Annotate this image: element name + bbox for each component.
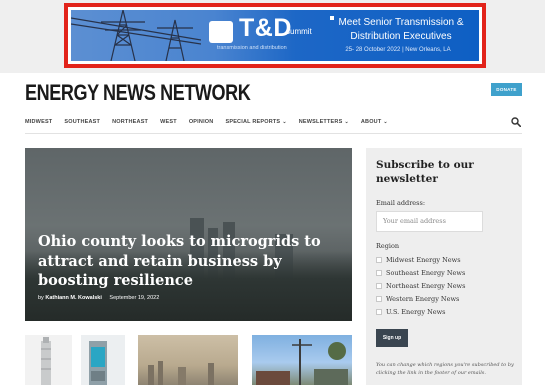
search-icon[interactable]: [511, 117, 521, 127]
subscribe-panel: Subscribe to our newsletter Email addres…: [366, 148, 522, 385]
ad-dates: 25- 28 October 2022 | New Orleans, LA: [345, 47, 451, 53]
region-option-label: U.S. Energy News: [386, 307, 446, 316]
signup-button[interactable]: Sign up: [376, 329, 408, 347]
chevron-down-icon: ⌄: [282, 119, 287, 125]
transmission-tower-graphic: [71, 10, 201, 61]
nav-item-midwest[interactable]: MIDWEST: [25, 119, 52, 125]
checkbox[interactable]: [376, 282, 382, 289]
checkbox[interactable]: [376, 295, 382, 302]
region-option-label: Western Energy News: [386, 294, 460, 303]
author-link[interactable]: Kathiann M. Kowalski: [45, 295, 102, 301]
nav-divider: [25, 133, 522, 134]
main-nav: MIDWEST SOUTHEAST NORTHEAST WEST OPINION…: [25, 116, 400, 128]
nav-item-west[interactable]: WEST: [160, 119, 177, 125]
street-scene-graphic: [256, 339, 348, 385]
region-option[interactable]: Western Energy News: [376, 293, 459, 304]
article-thumbnail[interactable]: [138, 335, 238, 385]
nav-item-opinion[interactable]: OPINION: [189, 119, 214, 125]
region-option[interactable]: Southeast Energy News: [376, 267, 465, 278]
region-label: Region: [376, 242, 400, 250]
publish-date: September 19, 2022: [109, 295, 160, 301]
region-option-label: Midwest Energy News: [386, 255, 461, 264]
hero-byline: by Kathiann M. Kowalski September 19, 20…: [38, 295, 159, 301]
nav-item-label: NEWSLETTERS: [298, 119, 343, 125]
email-label: Email address:: [376, 199, 426, 207]
region-option-label: Northeast Energy News: [386, 281, 466, 290]
region-option[interactable]: U.S. Energy News: [376, 306, 446, 317]
subscribe-title: Subscribe to our newsletter: [376, 159, 474, 185]
donate-button[interactable]: DONATE: [491, 83, 522, 96]
hero-article[interactable]: Ohio county looks to microgrids to attra…: [25, 148, 352, 321]
cooling-tower-graphic: [41, 337, 51, 385]
email-field[interactable]: Your email address: [376, 211, 483, 232]
byline-prefix: by: [38, 295, 44, 301]
checkbox[interactable]: [376, 269, 382, 276]
battery-unit-graphic: [89, 341, 107, 385]
hero-title[interactable]: Ohio county looks to microgrids to attra…: [38, 232, 338, 291]
ad-band: T&D summit transmission and distribution…: [0, 0, 545, 73]
chevron-down-icon: ⌄: [344, 119, 349, 125]
city-haze-graphic: [148, 361, 214, 385]
ad-headline: Meet Senior Transmission & Distribution …: [338, 17, 464, 42]
subscribe-note: You can change which regions you're subs…: [376, 362, 514, 376]
ad-banner-image[interactable]: T&D summit transmission and distribution…: [71, 10, 479, 61]
ad-tagline: transmission and distribution: [217, 45, 287, 51]
ad-logo-sub: summit: [286, 27, 312, 36]
nav-item-southeast[interactable]: SOUTHEAST: [64, 119, 100, 125]
region-option-label: Southeast Energy News: [386, 268, 466, 277]
nav-item-newsletters[interactable]: NEWSLETTERS ⌄: [299, 119, 349, 125]
article-thumbnail[interactable]: [81, 335, 125, 385]
ad-logo-text: T&D: [239, 14, 292, 42]
region-option[interactable]: Northeast Energy News: [376, 280, 465, 291]
checkbox[interactable]: [376, 308, 382, 315]
nav-item-northeast[interactable]: NORTHEAST: [112, 119, 148, 125]
td-logo-icon: [209, 21, 233, 43]
nav-item-about[interactable]: ABOUT ⌄: [361, 119, 388, 125]
article-thumbnail[interactable]: [25, 335, 72, 385]
article-thumbnail[interactable]: [252, 335, 352, 385]
region-option[interactable]: Midwest Energy News: [376, 254, 461, 265]
site-logo[interactable]: ENERGY NEWS NETWORK: [25, 80, 251, 106]
ad-banner[interactable]: T&D summit transmission and distribution…: [64, 3, 486, 68]
nav-item-special-reports[interactable]: SPECIAL REPORTS ⌄: [225, 119, 286, 125]
chevron-down-icon: ⌄: [383, 119, 388, 125]
nav-item-label: SPECIAL REPORTS: [225, 119, 281, 125]
checkbox[interactable]: [376, 256, 382, 263]
nav-item-label: ABOUT: [360, 119, 382, 125]
